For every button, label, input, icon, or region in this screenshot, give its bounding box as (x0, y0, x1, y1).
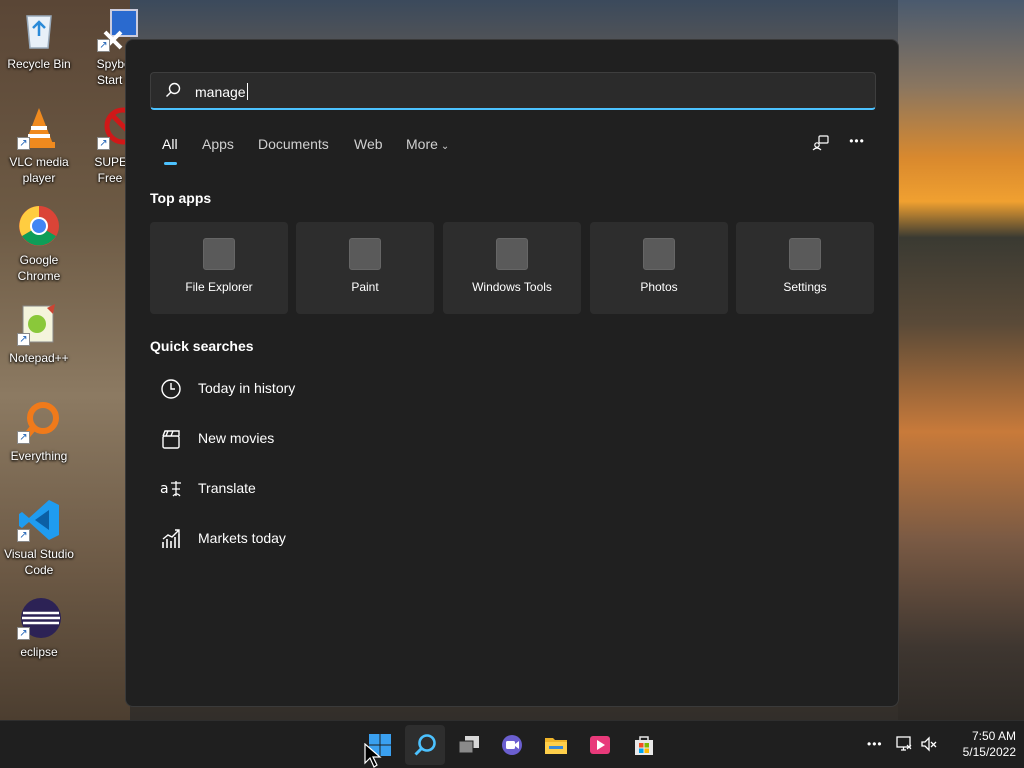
desktop-icon-label: Everything (10, 449, 68, 463)
media-app-icon (590, 736, 610, 754)
volume-muted-icon[interactable] (920, 735, 938, 756)
network-icon[interactable] (895, 735, 913, 756)
vlc-cone-icon: ↗ (17, 106, 61, 150)
quick-search-label: Translate (198, 480, 256, 496)
tab-more[interactable]: More ⌄ (406, 136, 449, 152)
search-panel: manage All Apps Documents Web More ⌄ ••• … (125, 39, 899, 707)
everything-search-icon: ↗ (17, 400, 61, 444)
show-hidden-icons-button[interactable]: ••• (867, 737, 883, 751)
wallpaper-right (898, 0, 1024, 720)
quick-search-today-in-history[interactable]: Today in history (160, 376, 340, 400)
desktop-icon-label: eclipse (20, 645, 58, 659)
search-icon (414, 734, 436, 756)
app-tile-file-explorer[interactable]: File Explorer (150, 222, 288, 314)
photos-app-icon (643, 238, 675, 270)
desktop-icon-label: VLC media (9, 155, 69, 169)
desktop-icon-label: Code (24, 563, 54, 577)
share-icon (812, 135, 829, 151)
search-input[interactable]: manage (150, 72, 876, 110)
desktop-icon-google-chrome[interactable]: Google Chrome (0, 204, 78, 284)
taskbar-clock[interactable]: 7:50 AM 5/15/2022 (944, 728, 1016, 760)
quick-search-translate[interactable]: a Translate (160, 476, 300, 500)
search-query-text: manage (195, 83, 248, 100)
desktop-icon-label: Google (19, 253, 59, 267)
quick-search-label: Today in history (198, 380, 296, 396)
shortcut-arrow-icon: ↗ (97, 39, 110, 52)
taskbar: ••• 7:50 AM 5/15/2022 (0, 720, 1024, 768)
teams-chat-icon (502, 735, 522, 755)
app-tile-windows-tools[interactable]: Windows Tools (443, 222, 581, 314)
file-explorer-button[interactable] (536, 725, 576, 765)
app-tile-settings[interactable]: Settings (736, 222, 874, 314)
eclipse-icon: ↗ (17, 596, 61, 640)
text-caret (246, 83, 248, 100)
task-view-button[interactable] (449, 725, 489, 765)
chart-icon (160, 528, 182, 550)
mouse-cursor-icon (364, 743, 382, 768)
media-app-button[interactable] (580, 725, 620, 765)
shortcut-arrow-icon: ↗ (97, 137, 110, 150)
file-explorer-app-icon (203, 238, 235, 270)
microsoft-store-button[interactable] (624, 725, 664, 765)
microsoft-store-icon (635, 736, 653, 755)
quick-search-markets-today[interactable]: Markets today (160, 526, 330, 550)
desktop-icon-eclipse[interactable]: ↗ eclipse (0, 596, 78, 660)
notepad-plus-plus-icon: ↗ (17, 302, 61, 346)
desktop-icon-label: Chrome (17, 269, 61, 283)
tab-apps[interactable]: Apps (202, 136, 234, 152)
desktop-icon-label: Visual Studio (4, 547, 74, 561)
tab-more-label: More (406, 136, 438, 152)
clock-time: 7:50 AM (971, 729, 1016, 743)
settings-app-icon (789, 238, 821, 270)
vscode-icon: ↗ (17, 498, 61, 542)
shortcut-arrow-icon: ↗ (17, 333, 30, 346)
quick-searches-title: Quick searches (150, 338, 254, 354)
task-view-icon (458, 736, 479, 754)
desktop-icon-label: Recycle Bin (7, 57, 71, 71)
windows-tools-app-icon (496, 238, 528, 270)
tab-web[interactable]: Web (354, 136, 383, 152)
app-label: Settings (783, 280, 827, 294)
shortcut-arrow-icon: ↗ (17, 137, 30, 150)
top-apps-title: Top apps (150, 190, 212, 206)
tab-documents[interactable]: Documents (258, 136, 329, 152)
shortcut-arrow-icon: ↗ (17, 627, 30, 640)
tab-all[interactable]: All (162, 136, 178, 152)
app-label: Paint (351, 280, 379, 294)
quick-search-new-movies[interactable]: New movies (160, 426, 320, 450)
more-options-icon: ••• (849, 134, 865, 148)
search-icon (165, 82, 181, 98)
app-tile-paint[interactable]: Paint (296, 222, 434, 314)
desktop-icon-vlc[interactable]: ↗ VLC media player (0, 106, 78, 186)
taskbar-search-button[interactable] (405, 725, 445, 765)
svg-text:a: a (160, 481, 169, 497)
desktop-icon-everything[interactable]: ↗ Everything (0, 400, 78, 464)
recycle-bin-icon (17, 8, 61, 52)
app-tile-photos[interactable]: Photos (590, 222, 728, 314)
teams-chat-button[interactable] (492, 725, 532, 765)
desktop-icon-notepad-plus-plus[interactable]: ↗ Notepad++ (0, 302, 78, 366)
translate-icon: a (160, 478, 182, 500)
quick-search-label: Markets today (198, 530, 286, 546)
app-label: Windows Tools (472, 280, 552, 294)
chevron-down-icon: ⌄ (440, 141, 450, 152)
active-tab-indicator (164, 162, 177, 165)
clock-date: 5/15/2022 (962, 745, 1016, 759)
app-label: File Explorer (185, 280, 253, 294)
shortcut-arrow-icon: ↗ (17, 431, 30, 444)
quick-search-label: New movies (198, 430, 275, 446)
desktop-icon-label: Notepad++ (9, 351, 69, 365)
clapperboard-icon (160, 428, 182, 450)
share-button[interactable] (809, 134, 833, 156)
app-label: Photos (640, 280, 678, 294)
more-options-button[interactable]: ••• (845, 134, 869, 156)
file-explorer-icon (545, 738, 567, 754)
clock-icon (160, 378, 182, 400)
paint-app-icon (349, 238, 381, 270)
chrome-icon (17, 204, 61, 248)
shortcut-arrow-icon: ↗ (17, 529, 30, 542)
desktop-icon-label: player (22, 171, 56, 185)
desktop-icon-recycle-bin[interactable]: Recycle Bin (0, 8, 78, 72)
desktop-icon-visual-studio-code[interactable]: ↗ Visual Studio Code (0, 498, 78, 578)
